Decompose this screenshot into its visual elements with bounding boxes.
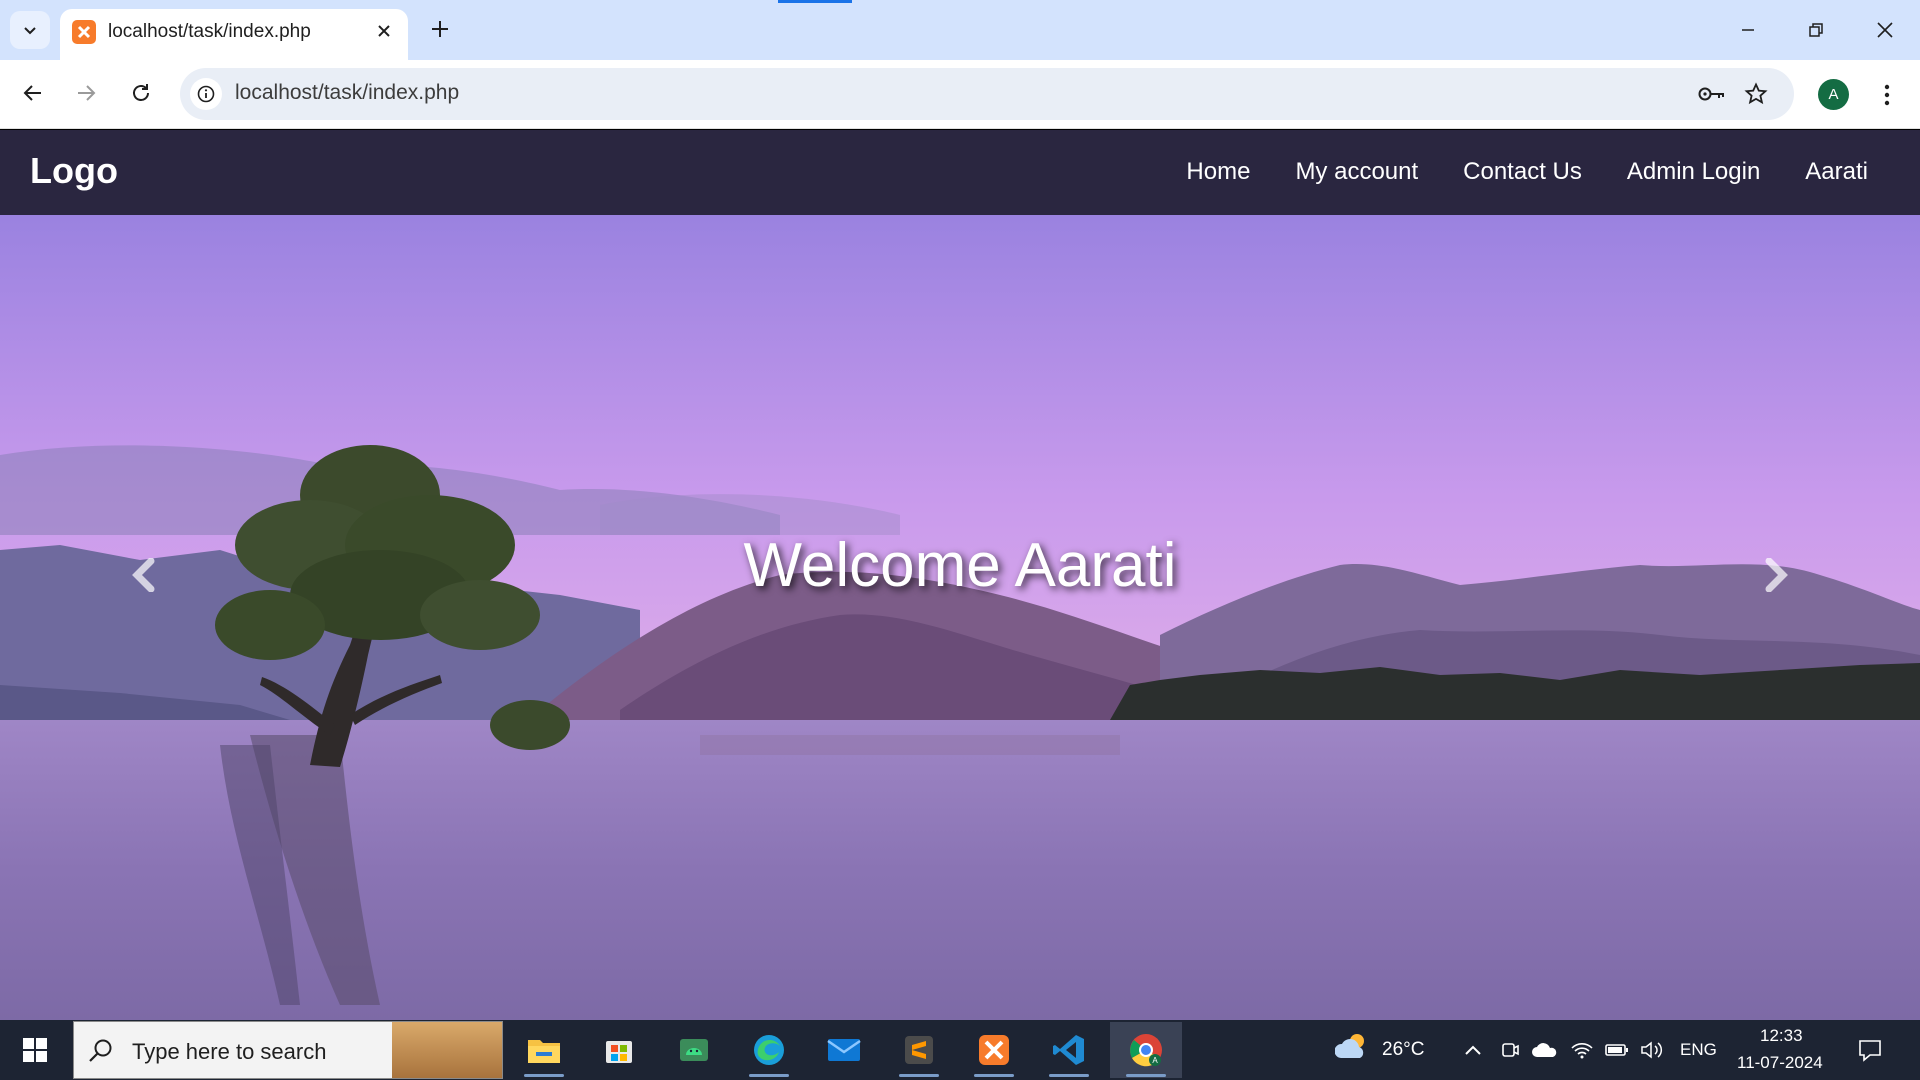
carousel-prev-button[interactable] (122, 553, 166, 597)
android-studio-icon[interactable] (664, 1022, 724, 1078)
bookmark-star-icon[interactable] (1740, 78, 1772, 110)
site-navbar: Logo Home My account Contact Us Admin Lo… (0, 130, 1920, 215)
reload-button[interactable] (121, 73, 161, 113)
close-window-button[interactable] (1860, 10, 1910, 50)
app-running-indicator (899, 1074, 939, 1077)
chrome-icon[interactable]: A (1110, 1022, 1182, 1078)
xampp-icon[interactable] (964, 1022, 1024, 1078)
hero-welcome-text: Welcome Aarati (743, 531, 1177, 600)
site-logo[interactable]: Logo (30, 150, 118, 192)
plus-icon (432, 21, 448, 37)
arrow-right-icon (78, 85, 96, 101)
wifi-icon[interactable] (1569, 1037, 1595, 1063)
vscode-icon[interactable] (1039, 1022, 1099, 1078)
battery-icon[interactable] (1604, 1037, 1630, 1063)
app-running-indicator (524, 1074, 564, 1077)
weather-icon[interactable] (1335, 1033, 1371, 1059)
url-text[interactable]: localhost/task/index.php (235, 81, 459, 105)
taskbar-search-box[interactable]: Type here to search (73, 1021, 503, 1079)
weather-temperature[interactable]: 26°C (1382, 1039, 1424, 1061)
close-tab-icon[interactable] (370, 17, 398, 45)
windows-taskbar: Type here to search A 26°C ENG 12:33 11-… (0, 1020, 1920, 1080)
tab-title: localhost/task/index.php (108, 21, 311, 42)
site-info-icon[interactable] (190, 78, 222, 110)
password-key-icon[interactable] (1696, 78, 1728, 110)
minimize-icon (1742, 29, 1754, 31)
profile-avatar[interactable]: A (1818, 79, 1849, 110)
windows-logo-icon (23, 1038, 47, 1062)
nav-home[interactable]: Home (1186, 158, 1250, 186)
address-bar[interactable]: localhost/task/index.php (180, 68, 1794, 120)
hero-landscape-image (0, 215, 1920, 1020)
close-icon (1877, 22, 1893, 38)
chevron-down-icon (24, 27, 36, 35)
new-tab-button[interactable] (423, 12, 457, 46)
browser-menu-icon[interactable] (1872, 77, 1902, 113)
hero-carousel: Welcome Aarati (0, 215, 1920, 1020)
tab-indicator (778, 0, 852, 3)
file-explorer-icon[interactable] (514, 1022, 574, 1078)
browser-tab-strip: localhost/task/index.php (0, 0, 1920, 60)
search-placeholder: Type here to search (132, 1039, 327, 1064)
restore-button[interactable] (1791, 10, 1841, 50)
sublime-text-icon[interactable] (889, 1022, 949, 1078)
nav-my-account[interactable]: My account (1295, 158, 1418, 186)
nav-user-aarati[interactable]: Aarati (1805, 158, 1868, 186)
browser-tab[interactable]: localhost/task/index.php (60, 9, 408, 60)
onedrive-cloud-icon[interactable] (1532, 1037, 1558, 1063)
notification-center-icon[interactable] (1857, 1037, 1883, 1063)
clock-time[interactable]: 12:33 (1760, 1026, 1803, 1046)
start-button[interactable] (0, 1020, 70, 1080)
nav-links: Home My account Contact Us Admin Login A… (1186, 158, 1868, 186)
xampp-favicon-icon (72, 20, 96, 44)
microsoft-store-icon[interactable] (589, 1022, 649, 1078)
nav-contact-us[interactable]: Contact Us (1463, 158, 1582, 186)
nav-admin-login[interactable]: Admin Login (1627, 158, 1760, 186)
minimize-button[interactable] (1723, 10, 1773, 50)
language-indicator[interactable]: ENG (1680, 1040, 1717, 1060)
tab-search-button[interactable] (10, 11, 50, 49)
forward-button[interactable] (66, 73, 106, 113)
chevron-left-icon (132, 558, 155, 592)
arrow-left-icon (23, 85, 41, 101)
volume-icon[interactable] (1639, 1037, 1665, 1063)
reload-icon (133, 84, 149, 101)
app-running-indicator (1126, 1074, 1166, 1077)
app-running-indicator (1049, 1074, 1089, 1077)
carousel-next-button[interactable] (1754, 553, 1798, 597)
clock-date[interactable]: 11-07-2024 (1737, 1053, 1823, 1073)
mail-icon[interactable] (814, 1022, 874, 1078)
search-highlight-image (392, 1022, 502, 1078)
chevron-right-icon (1765, 558, 1788, 592)
chevron-up-icon[interactable] (1460, 1037, 1486, 1063)
back-button[interactable] (13, 73, 53, 113)
app-running-indicator (749, 1074, 789, 1077)
restore-icon (1809, 23, 1823, 37)
edge-icon[interactable] (739, 1022, 799, 1078)
browser-toolbar: localhost/task/index.php A (0, 60, 1920, 129)
meet-now-icon[interactable] (1497, 1037, 1523, 1063)
search-icon (89, 1039, 112, 1062)
app-running-indicator (974, 1074, 1014, 1077)
svg-text:A: A (1152, 1056, 1158, 1065)
